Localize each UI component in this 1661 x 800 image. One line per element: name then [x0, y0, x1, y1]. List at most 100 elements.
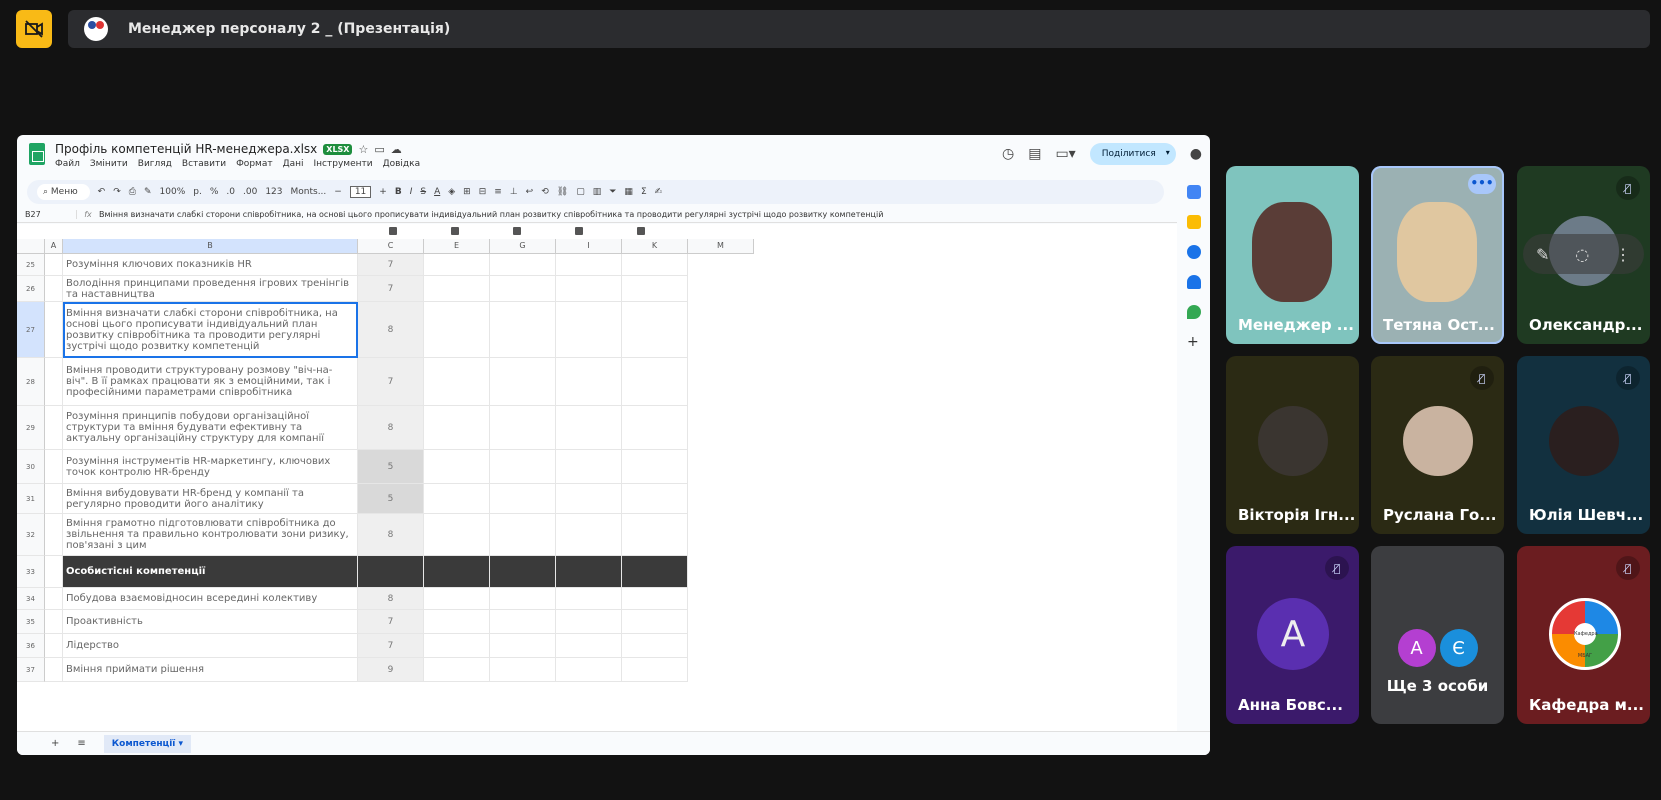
- undo-icon[interactable]: ↶: [98, 187, 106, 197]
- cell-k[interactable]: [622, 484, 688, 514]
- participant-tile[interactable]: A 🎙̸ Анна Бовс...: [1226, 546, 1359, 724]
- menu-help[interactable]: Довідка: [383, 159, 421, 169]
- cell-g[interactable]: [490, 450, 556, 484]
- cell-b[interactable]: Вміння вибудовувати HR-бренд у компанії …: [63, 484, 358, 514]
- cell-e[interactable]: [424, 276, 490, 302]
- zoom-select[interactable]: 100%: [160, 187, 186, 197]
- group-expand-icon[interactable]: [637, 227, 645, 235]
- cell-g[interactable]: [490, 634, 556, 658]
- calendar-icon[interactable]: [1187, 185, 1201, 199]
- cell-c[interactable]: 7: [358, 276, 424, 302]
- cell-c[interactable]: [358, 556, 424, 588]
- cell-e[interactable]: [424, 588, 490, 610]
- cell-i[interactable]: [556, 302, 622, 358]
- cell-b[interactable]: Розуміння принципів побудови організацій…: [63, 406, 358, 450]
- font-family-select[interactable]: Monts...: [291, 187, 327, 197]
- cell-i[interactable]: [556, 514, 622, 556]
- cell-k[interactable]: [622, 406, 688, 450]
- cell-k[interactable]: [622, 634, 688, 658]
- row-number[interactable]: 36: [17, 634, 45, 658]
- column-header[interactable]: B: [63, 239, 358, 254]
- cell-i[interactable]: [556, 254, 622, 276]
- contacts-icon[interactable]: [1187, 275, 1201, 289]
- cell-k[interactable]: [622, 254, 688, 276]
- menu-tools[interactable]: Інструменти: [314, 159, 373, 169]
- spreadsheet-grid[interactable]: A B C E G I K M 25 Розуміння ключових пок…: [17, 224, 1177, 744]
- paint-format-icon[interactable]: ✎: [144, 187, 152, 197]
- row-number[interactable]: 32: [17, 514, 45, 556]
- cell-g[interactable]: [490, 556, 556, 588]
- cell-b[interactable]: Розуміння інструментів HR-маркетингу, кл…: [63, 450, 358, 484]
- cell-g[interactable]: [490, 484, 556, 514]
- cell-a[interactable]: [45, 450, 63, 484]
- cell-b[interactable]: Володіння принципами проведення ігрових …: [63, 276, 358, 302]
- row-number[interactable]: 37: [17, 658, 45, 682]
- comments-icon[interactable]: ▤: [1028, 146, 1041, 162]
- group-expand-icon[interactable]: [575, 227, 583, 235]
- cell-k[interactable]: [622, 302, 688, 358]
- row-number[interactable]: 26: [17, 276, 45, 302]
- increase-decimal-button[interactable]: .00: [243, 187, 257, 197]
- cell-b[interactable]: Побудова взаємовідносин всередині колект…: [63, 588, 358, 610]
- name-box[interactable]: B27: [17, 210, 77, 219]
- cell-b[interactable]: Розуміння ключових показників HR: [63, 254, 358, 276]
- column-header[interactable]: I: [556, 239, 622, 254]
- cell-k[interactable]: [622, 514, 688, 556]
- bold-icon[interactable]: B: [395, 187, 402, 197]
- more-participants-tile[interactable]: A Є Ще 3 особи: [1371, 546, 1504, 724]
- cell-k[interactable]: [622, 358, 688, 406]
- cell-e[interactable]: [424, 658, 490, 682]
- cell-i[interactable]: [556, 358, 622, 406]
- cell-a[interactable]: [45, 276, 63, 302]
- rotate-icon[interactable]: ⟲: [541, 187, 549, 197]
- cell-c[interactable]: 7: [358, 610, 424, 634]
- cell-i[interactable]: [556, 484, 622, 514]
- participant-tile[interactable]: ••• Тетяна Ост...: [1371, 166, 1504, 344]
- decrease-decimal-button[interactable]: .0: [226, 187, 235, 197]
- account-logo-icon[interactable]: ●: [1190, 146, 1202, 162]
- document-title[interactable]: Профіль компетенцій HR-менеджера.xlsx: [55, 142, 317, 156]
- font-size-decrease-icon[interactable]: −: [334, 187, 342, 197]
- menu-file[interactable]: Файл: [55, 159, 80, 169]
- chart-icon[interactable]: ▥: [593, 187, 602, 197]
- cell-b[interactable]: Проактивність: [63, 610, 358, 634]
- cell-c[interactable]: 7: [358, 634, 424, 658]
- align-icon[interactable]: ≡: [494, 187, 502, 197]
- menu-edit[interactable]: Змінити: [90, 159, 128, 169]
- cell-g[interactable]: [490, 302, 556, 358]
- cell-g[interactable]: [490, 588, 556, 610]
- cell-i[interactable]: [556, 658, 622, 682]
- cell-a[interactable]: [45, 634, 63, 658]
- cell-k[interactable]: [622, 658, 688, 682]
- row-number[interactable]: 35: [17, 610, 45, 634]
- meet-camera-icon[interactable]: ▭▾: [1055, 146, 1075, 162]
- star-icon[interactable]: ☆: [358, 143, 368, 156]
- filter-icon[interactable]: ⏷: [609, 187, 616, 197]
- filter-views-icon[interactable]: ▦: [624, 187, 633, 197]
- merge-cells-icon[interactable]: ⊟: [479, 187, 487, 197]
- camera-off-button[interactable]: [16, 10, 52, 48]
- cell-e[interactable]: [424, 610, 490, 634]
- column-header[interactable]: M: [688, 239, 754, 254]
- cell-e[interactable]: [424, 634, 490, 658]
- add-sheet-icon[interactable]: +: [51, 738, 59, 749]
- group-expand-icon[interactable]: [513, 227, 521, 235]
- row-number[interactable]: 29: [17, 406, 45, 450]
- cell-i[interactable]: [556, 610, 622, 634]
- cell-k[interactable]: [622, 556, 688, 588]
- more-options-button[interactable]: •••: [1468, 174, 1496, 194]
- cell-b[interactable]: Вміння визначати слабкі сторони співробі…: [63, 302, 358, 358]
- row-number[interactable]: 33: [17, 556, 45, 588]
- group-expand-icon[interactable]: [451, 227, 459, 235]
- mute-icon[interactable]: ◌: [1575, 245, 1589, 264]
- cell-c[interactable]: 8: [358, 514, 424, 556]
- font-size-input[interactable]: 11: [349, 186, 372, 198]
- cell-e[interactable]: [424, 484, 490, 514]
- menu-view[interactable]: Вигляд: [138, 159, 172, 169]
- cloud-status-icon[interactable]: ☁: [391, 143, 402, 156]
- borders-icon[interactable]: ⊞: [463, 187, 471, 197]
- link-icon[interactable]: ⛓: [557, 187, 568, 197]
- cell-a[interactable]: [45, 358, 63, 406]
- pin-icon[interactable]: ✎: [1536, 245, 1549, 264]
- participant-tile[interactable]: Менеджер ...: [1226, 166, 1359, 344]
